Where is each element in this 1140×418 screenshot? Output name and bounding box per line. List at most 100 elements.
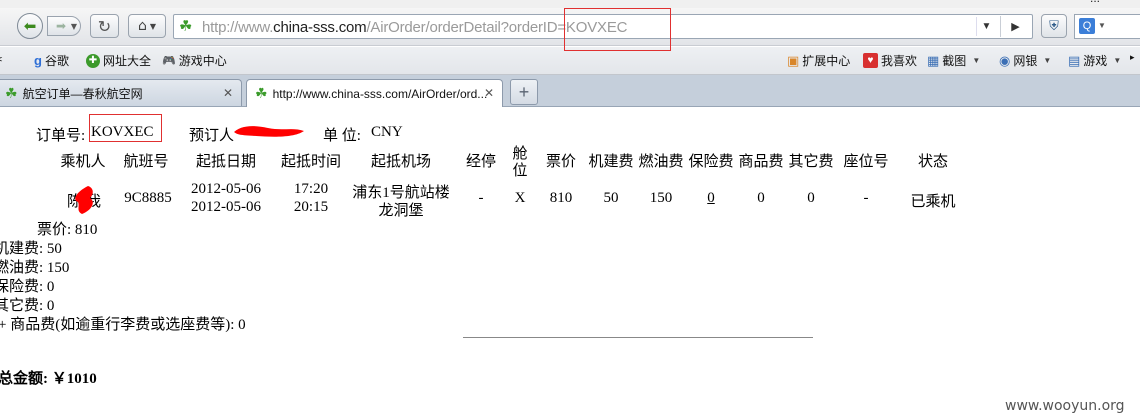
tab-label: 航空订单—春秋航空网 xyxy=(22,86,143,101)
col-header-stopover: 经停 xyxy=(465,154,497,170)
chevron-down-icon[interactable]: ▼ xyxy=(1098,21,1106,30)
bookmarks-bar: ✂ g谷歌 ✚网址大全 🎮游戏中心 ▣扩展中心 ♥我喜欢 ▦截图 ▼ ◉网银 ▼ ▤… xyxy=(0,47,1140,75)
bookmark-label: 截图 xyxy=(942,54,967,68)
bookmark-extension-center[interactable]: ▣ 扩展中心 xyxy=(787,52,850,69)
seat-value: - xyxy=(863,190,869,206)
order-detail-page: 订单号: KOVXEC 预订人 单 位: CNY 乘机人 航班号 起抵日期 起抵… xyxy=(0,108,1140,418)
url-history-dropdown-icon[interactable]: ▼ xyxy=(976,17,996,36)
cut-icon: ✂ xyxy=(0,52,3,68)
home-icon: ⌂ xyxy=(137,18,147,34)
bookmark-label: 网址大全 xyxy=(103,54,152,68)
total-amount: 总金额: ￥1010 xyxy=(0,371,97,387)
airport-fee-value: 50 xyxy=(603,190,619,206)
bookmark-game-center[interactable]: 🎮 游戏中心 xyxy=(162,52,227,69)
back-button[interactable]: ⬅ xyxy=(17,13,43,39)
departure-time: 17:20 xyxy=(293,181,329,197)
site-favicon-icon: ☘ xyxy=(179,18,193,35)
col-header-insurance: 保险费 xyxy=(688,154,734,170)
summary-airport-fee: 机建费: 50 xyxy=(0,241,62,257)
divider xyxy=(463,337,813,338)
col-header-airport: 起抵机场 xyxy=(370,154,432,170)
chevron-down-icon[interactable]: ▼ xyxy=(1043,56,1051,65)
security-shield-button[interactable]: ⛨ xyxy=(1041,14,1067,38)
tab-label: http://www.china-sss.com/AirOrder/ord... xyxy=(272,86,488,101)
search-engine-icon[interactable]: Q xyxy=(1079,18,1095,34)
summary-goods: + 商品费(如逾重行李费或选座费等): 0 xyxy=(0,317,246,333)
tab-bar: ☘ 航空订单—春秋航空网 ✕ ☘ http://www.china-sss.com/A… xyxy=(0,75,1140,107)
col-header-flight: 航班号 xyxy=(123,154,169,170)
bookmark-label: 谷歌 xyxy=(44,54,69,68)
redaction-scribble xyxy=(234,126,304,137)
flight-number: 9C8885 xyxy=(124,190,172,206)
screenshot-icon: ▦ xyxy=(927,52,940,68)
go-button[interactable]: ▶ xyxy=(1000,16,1030,37)
summary-other: 其它费: 0 xyxy=(0,298,55,314)
extension-icon: ▣ xyxy=(787,52,800,68)
shield-icon: ⛨ xyxy=(1049,18,1059,34)
back-arrow-icon: ⬅ xyxy=(23,17,37,35)
col-header-passenger: 乘机人 xyxy=(60,154,106,170)
insurance-link[interactable]: 0 xyxy=(707,190,715,207)
bookmark-cut[interactable]: ✂ xyxy=(0,52,6,68)
booker-label: 预订人 xyxy=(189,128,235,144)
chevron-down-icon[interactable]: ▼ xyxy=(1113,56,1121,65)
reload-icon: ↻ xyxy=(97,16,112,36)
close-icon[interactable]: ✕ xyxy=(223,86,233,100)
url-highlight-box xyxy=(564,8,671,51)
tab-order-page[interactable]: ☘ 航空订单—春秋航空网 ✕ xyxy=(0,79,242,106)
arrival-airport: 龙洞堡 xyxy=(378,203,424,219)
col-header-goods: 商品费 xyxy=(738,154,784,170)
bookmark-label: 游戏中心 xyxy=(178,54,227,68)
bookmark-games[interactable]: ▤ 游戏 ▼ xyxy=(1068,52,1121,69)
col-header-seat: 座位号 xyxy=(843,154,889,170)
bookmark-favorites[interactable]: ♥ 我喜欢 xyxy=(863,52,917,69)
bookmark-bank[interactable]: ◉ 网银 ▼ xyxy=(999,52,1051,69)
col-header-status: 状态 xyxy=(917,154,949,170)
goods-value: 0 xyxy=(757,190,765,206)
game-icon: ▤ xyxy=(1068,52,1081,68)
col-header-fuel: 燃油费 xyxy=(638,154,684,170)
bookmark-label: 游戏 xyxy=(1083,54,1108,68)
redaction-scribble xyxy=(75,186,93,214)
new-tab-button[interactable]: + xyxy=(510,79,538,105)
fare-value: 810 xyxy=(549,190,573,206)
bookmark-site-nav[interactable]: ✚ 网址大全 xyxy=(86,52,151,69)
url-domain: china-sss.com xyxy=(273,19,367,36)
tab-order-detail[interactable]: ☘ http://www.china-sss.com/AirOrder/ord..… xyxy=(246,79,503,107)
bank-icon: ◉ xyxy=(999,52,1011,68)
status-value: 已乘机 xyxy=(910,194,956,210)
close-icon[interactable]: ✕ xyxy=(484,86,494,100)
site-favicon-icon: ☘ xyxy=(255,85,268,101)
chevron-down-icon[interactable]: ▼ xyxy=(972,56,980,65)
forward-button[interactable]: ➡ ▼ xyxy=(47,16,81,36)
bookmark-google[interactable]: g 谷歌 xyxy=(34,52,69,69)
gamepad-icon: 🎮 xyxy=(162,55,176,67)
partial-title-text: ... xyxy=(1090,0,1100,5)
chevron-down-icon[interactable]: ▼ xyxy=(71,22,77,31)
reload-button[interactable]: ↻ xyxy=(90,14,119,38)
departure-date: 2012-05-06 xyxy=(191,181,261,197)
arrival-time: 20:15 xyxy=(293,199,329,215)
plus-icon: + xyxy=(518,81,530,102)
bookmark-label: 扩展中心 xyxy=(802,54,851,68)
overflow-chevron-icon: ▸ xyxy=(1130,52,1135,62)
cabin-value: X xyxy=(514,190,526,206)
bookmark-screenshot[interactable]: ▦ 截图 ▼ xyxy=(927,52,980,69)
summary-fare: 票价: 810 xyxy=(37,222,98,238)
order-number-label: 订单号: xyxy=(36,128,86,144)
summary-fuel: 燃油费: 150 xyxy=(0,260,70,276)
stopover-value: - xyxy=(478,190,484,206)
bookmark-label: 我喜欢 xyxy=(881,54,918,68)
col-header-time: 起抵时间 xyxy=(280,154,342,170)
bookmark-label: 网银 xyxy=(1013,54,1038,68)
window-top-strip: ... xyxy=(0,0,1140,8)
search-box[interactable]: Q ▼ xyxy=(1074,14,1140,39)
summary-insurance: 保险费: 0 xyxy=(0,279,55,295)
bookmarks-overflow[interactable]: ▸ xyxy=(1130,52,1135,63)
col-header-date: 起抵日期 xyxy=(195,154,257,170)
col-header-other: 其它费 xyxy=(788,154,834,170)
chevron-down-icon[interactable]: ▼ xyxy=(150,22,156,31)
home-button[interactable]: ⌂ ▼ xyxy=(128,14,166,38)
col-header-airport-fee: 机建费 xyxy=(588,154,634,170)
watermark: www.wooyun.org xyxy=(1005,398,1125,414)
